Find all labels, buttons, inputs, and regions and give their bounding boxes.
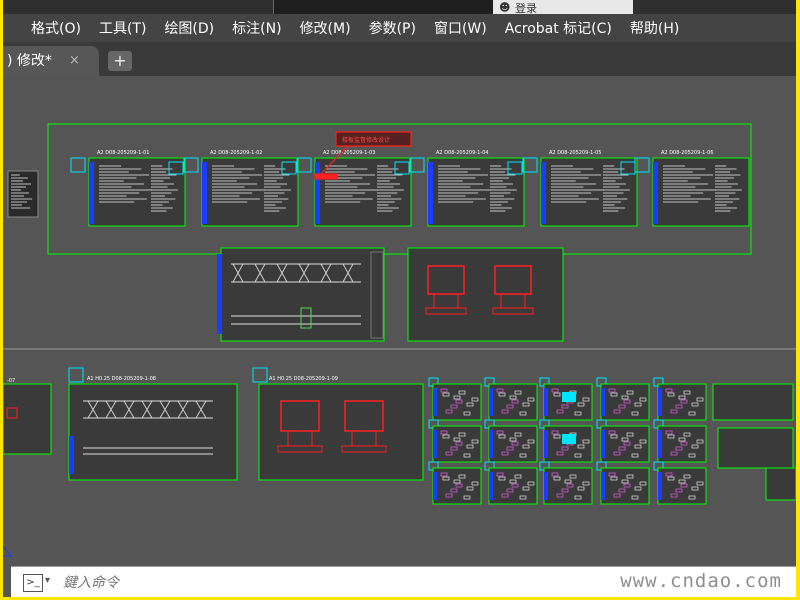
sheet-frame — [258, 383, 424, 481]
menu-bar: 格式(O) 工具(T) 绘图(D) 标注(N) 修改(M) 参数(P) 窗口(W… — [3, 14, 796, 42]
sheet-sidebar — [544, 472, 548, 500]
sheet-title: A1 H0.25 D08-205209-1-09 — [269, 376, 338, 382]
sheet-title: A2 D08-205209-1-05 — [549, 150, 601, 156]
cyan-marker — [296, 157, 312, 173]
cyan-marker — [68, 367, 84, 383]
sheet-sidebar — [217, 254, 222, 334]
menu-tools[interactable]: 工具(T) — [90, 18, 155, 38]
command-prompt-icon[interactable]: >_ — [23, 574, 43, 592]
sheet-sidebar — [601, 388, 605, 416]
chevron-down-icon[interactable]: ▾ — [45, 575, 50, 586]
detail-sheet — [657, 383, 707, 421]
new-tab-button[interactable]: + — [108, 51, 132, 71]
drawing-canvas[interactable]: A2 D08-205209-1-01 A2 D08-205209-1-02 A2 D… — [3, 76, 796, 564]
cyan-fill — [562, 392, 576, 402]
sheet-frame — [652, 157, 750, 227]
detail-sheet — [600, 383, 650, 421]
sheet-sidebar — [489, 430, 493, 458]
cyan-fill — [562, 434, 576, 444]
detail-sheet — [488, 425, 538, 463]
cyan-marker — [183, 157, 199, 173]
menu-dimension[interactable]: 标注(N) — [223, 18, 290, 38]
tab-drawing[interactable]: ) 修改* × — [3, 46, 99, 76]
detail-sheet — [488, 383, 538, 421]
detail-sheet — [600, 425, 650, 463]
search-box[interactable]: ☻ 登录 — [493, 0, 633, 15]
sheet-sidebar — [489, 472, 493, 500]
menu-format[interactable]: 格式(O) — [3, 18, 90, 38]
command-input[interactable] — [61, 571, 465, 595]
sheet-sidebar — [433, 430, 437, 458]
title-strip: ☻ 登录 — [3, 0, 796, 15]
user-icon: ☻ — [499, 1, 511, 14]
detail-sheet — [712, 383, 794, 421]
sheet-sidebar — [601, 472, 605, 500]
sheet-frame — [427, 157, 525, 227]
cyan-marker — [252, 367, 268, 383]
detail-sheet — [600, 467, 650, 505]
sheet-title: A2 D08-205209-1-03 — [323, 150, 375, 156]
detail-sheet — [657, 467, 707, 505]
menu-help[interactable]: 帮助(H) — [621, 18, 688, 38]
sheet-title: A2 D08-205209-1-01 — [97, 150, 149, 156]
sheet-sidebar — [315, 162, 320, 224]
sheet-frame — [3, 383, 52, 455]
sheet-sidebar — [544, 430, 548, 458]
sheet-sidebar — [428, 162, 433, 224]
sheet-title: A2 D08-205209-1-04 — [436, 150, 488, 156]
sheet-sidebar — [658, 430, 662, 458]
sheet-sidebar — [544, 388, 548, 416]
detail-sheet — [657, 425, 707, 463]
sheet-frame — [68, 383, 238, 481]
detail-sheet — [765, 467, 796, 501]
menu-modify[interactable]: 修改(M) — [291, 18, 360, 38]
sheet-title: -07 — [7, 378, 15, 384]
tab-label: ) 修改* — [7, 53, 52, 69]
sheet-frame — [220, 247, 385, 342]
drawing-svg: A2 D08-205209-1-01 A2 D08-205209-1-02 A2 D… — [3, 123, 796, 557]
menu-window[interactable]: 窗口(W) — [425, 18, 496, 38]
sheet-frame — [314, 157, 412, 227]
watermark: www.cndao.com — [620, 570, 782, 592]
cyan-marker — [70, 157, 86, 173]
app-window: ☻ 登录 格式(O) 工具(T) 绘图(D) 标注(N) 修改(M) 参数(P)… — [3, 0, 796, 597]
cyan-marker — [522, 157, 538, 173]
detail-sheet — [432, 383, 482, 421]
sheet-frame — [88, 157, 186, 227]
detail-sheet — [488, 467, 538, 505]
sheet-sidebar — [541, 162, 546, 224]
sheet-frame — [540, 157, 638, 227]
cyan-marker — [409, 157, 425, 173]
sheet-title: A1 H0.25 D08-205209-1-08 — [87, 376, 156, 382]
detail-sheet — [432, 425, 482, 463]
title-field — [273, 0, 494, 14]
detail-sheet — [717, 427, 794, 469]
highlight-mark — [314, 173, 338, 180]
document-tab-bar: ) 修改* × + — [3, 42, 796, 76]
sheet-sidebar — [658, 472, 662, 500]
sheet-sidebar — [202, 162, 207, 224]
callout-text: 楼板监督修改设计 — [342, 136, 390, 144]
menu-acrobat-markup[interactable]: Acrobat 标记(C) — [496, 18, 621, 38]
close-icon[interactable]: × — [69, 46, 80, 76]
sheet-sidebar — [433, 388, 437, 416]
sheet-sidebar — [653, 162, 658, 224]
sheet-frame — [201, 157, 299, 227]
sheet-sidebar — [69, 436, 74, 474]
sheet-sidebar — [89, 162, 94, 224]
sheet-sidebar — [433, 472, 437, 500]
sheet-sidebar — [489, 388, 493, 416]
ucs-icon — [3, 545, 13, 557]
menu-draw[interactable]: 绘图(D) — [155, 18, 223, 38]
detail-sheet — [543, 467, 593, 505]
detail-sheet — [432, 467, 482, 505]
sheet-sidebar — [601, 430, 605, 458]
sheet-sidebar — [658, 388, 662, 416]
sheet-title: A2 D08-205209-1-06 — [661, 150, 713, 156]
menu-parameters[interactable]: 参数(P) — [360, 18, 425, 38]
sheet-title: A2 D08-205209-1-02 — [210, 150, 262, 156]
